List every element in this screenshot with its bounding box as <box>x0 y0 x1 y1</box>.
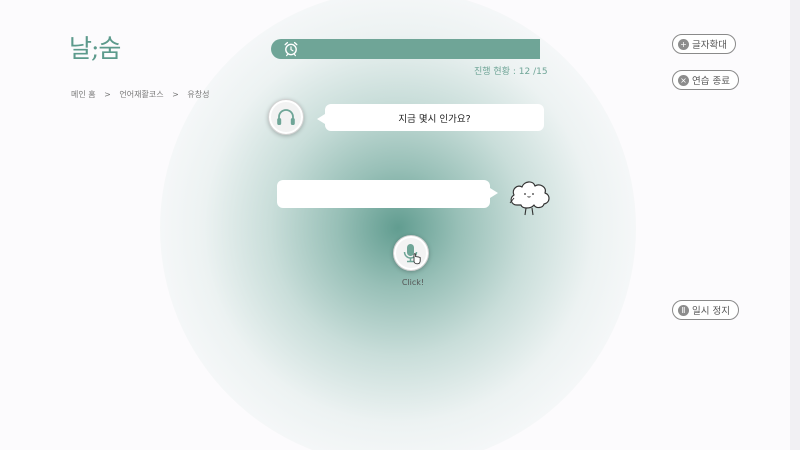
answer-bubble <box>277 180 498 208</box>
progress-bar <box>271 39 540 59</box>
background-glow <box>160 0 636 450</box>
breadcrumb-home[interactable]: 메인 홈 <box>71 90 96 99</box>
alarm-clock-icon <box>284 41 298 57</box>
breadcrumb-separator: > <box>172 90 179 99</box>
record-hint: Click! <box>401 278 425 287</box>
zoom-text-label: 글자확대 <box>692 40 727 51</box>
pause-label: 일시 정지 <box>692 306 730 317</box>
close-circle-icon: × <box>678 74 689 86</box>
pause-button[interactable]: Ⅱ 일시 정지 <box>672 300 739 320</box>
pause-circle-icon: Ⅱ <box>678 304 689 316</box>
cloud-character-icon <box>509 181 550 216</box>
progress-bar-fill <box>271 39 540 59</box>
scrollbar-track[interactable] <box>790 0 800 450</box>
hand-pointer-icon <box>413 253 421 265</box>
zoom-text-button[interactable]: + 글자확대 <box>672 34 736 54</box>
record-button[interactable] <box>393 235 429 271</box>
plus-circle-icon: + <box>678 38 689 50</box>
question-bubble: 지금 몇시 인가요? <box>317 104 544 131</box>
listen-button[interactable] <box>268 99 304 135</box>
breadcrumb-course[interactable]: 언어재활코스 <box>119 90 163 99</box>
breadcrumb-current: 유창성 <box>187 90 210 99</box>
breadcrumb-separator: > <box>104 90 111 99</box>
app-logo[interactable]: 날;숨 <box>69 29 121 65</box>
headphones-icon <box>277 109 295 125</box>
microphone-icon <box>403 244 421 265</box>
practice-screen: 날;숨 메인 홈 > 언어재활코스 > 유창성 진행 현황 : 12 /15 +… <box>0 0 800 450</box>
progress-count: 12 /15 <box>518 67 548 77</box>
progress-label: 진행 현황 : <box>474 67 516 77</box>
question-text: 지금 몇시 인가요? <box>398 113 471 125</box>
end-practice-button[interactable]: × 연습 종료 <box>672 70 739 90</box>
end-practice-label: 연습 종료 <box>692 76 730 87</box>
progress-status: 진행 현황 : 12 /15 <box>474 64 548 77</box>
breadcrumb: 메인 홈 > 언어재활코스 > 유창성 <box>71 89 215 100</box>
